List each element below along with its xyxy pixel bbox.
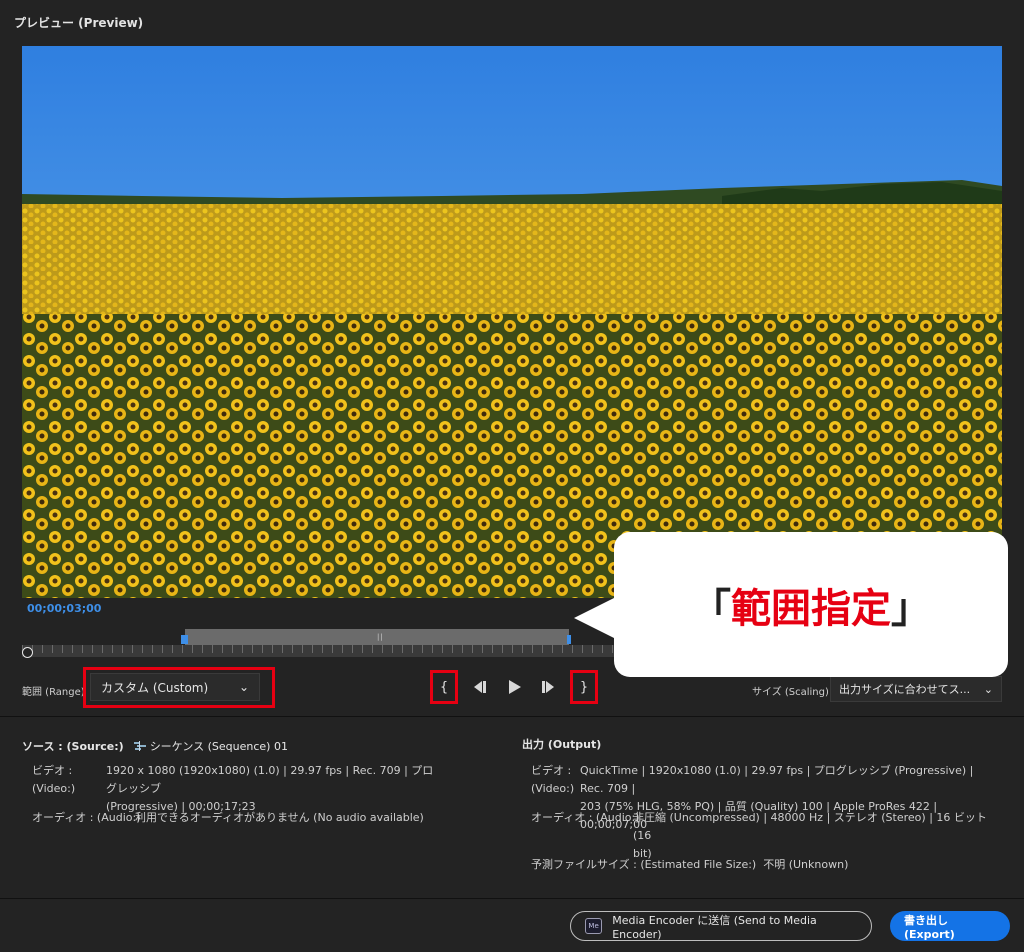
source-video-value: 1920 x 1080 (1920x1080) (1.0) | 29.97 fp…: [106, 762, 436, 816]
output-video-label-line1: ビデオ :: [531, 764, 572, 777]
callout-text: 「範囲指定」: [614, 532, 1008, 677]
output-video-label-line2: (Video:): [531, 782, 575, 795]
chevron-down-icon: ⌄: [983, 682, 993, 696]
range-highlight-box: [83, 667, 275, 708]
source-video-line1: 1920 x 1080 (1920x1080) (1.0) | 29.97 fp…: [106, 764, 434, 795]
range-label: 範囲 (Range): [22, 687, 85, 698]
current-timecode[interactable]: 00;00;03;00: [27, 602, 101, 615]
play-button[interactable]: [500, 670, 528, 704]
preview-image: [22, 46, 1002, 598]
output-filesize: 予測ファイルサイズ : (Estimated File Size:) 不明 (U…: [531, 856, 848, 874]
range-grip-icon[interactable]: ||: [377, 633, 384, 641]
source-title: ソース : (Source:): [22, 740, 124, 753]
mark-in-icon: {: [439, 679, 449, 695]
callout-tail: [574, 596, 618, 640]
step-back-icon: [474, 681, 486, 693]
mark-out-icon: }: [579, 679, 589, 695]
play-icon: [509, 680, 521, 694]
source-sequence-name: シーケンス (Sequence) 01: [149, 740, 288, 753]
scaling-dropdown[interactable]: 出力サイズに合わせてス... ⌄: [830, 676, 1002, 702]
source-video-label-line1: ビデオ :: [32, 764, 73, 777]
scaling-label: サイズ (Scaling): [752, 687, 829, 698]
output-audio-value: 非圧縮 (Uncompressed) | 48000 Hz | ステレオ (St…: [633, 809, 993, 863]
send-to-media-encoder-label: Media Encoder に送信 (Send to Media Encoder…: [612, 913, 817, 941]
divider: [0, 716, 1024, 717]
callout-highlight-text: 範囲指定: [731, 585, 891, 632]
footer-divider: [0, 898, 1024, 899]
output-section-title: 出力 (Output): [522, 738, 602, 751]
panel-title: プレビュー (Preview): [14, 16, 144, 30]
output-video-label: ビデオ : (Video:): [531, 762, 574, 798]
callout-close-bracket: 」: [891, 585, 931, 632]
export-label: 書き出し (Export): [904, 913, 955, 941]
output-filesize-label: 予測ファイルサイズ : (Estimated File Size:): [531, 858, 757, 871]
export-button[interactable]: 書き出し (Export): [890, 911, 1010, 941]
media-encoder-icon: Me: [585, 918, 603, 934]
transport-controls: { }: [428, 670, 600, 704]
output-audio-line1: 非圧縮 (Uncompressed) | 48000 Hz | ステレオ (St…: [633, 811, 987, 842]
scaling-dropdown-value: 出力サイズに合わせてス...: [839, 683, 971, 696]
output-filesize-value: 不明 (Unknown): [763, 858, 849, 871]
step-back-button[interactable]: [466, 670, 494, 704]
out-point-handle[interactable]: [567, 635, 571, 644]
playhead-handle[interactable]: [22, 647, 33, 658]
video-preview: [22, 46, 1002, 598]
output-video-line1: QuickTime | 1920x1080 (1.0) | 29.97 fps …: [580, 764, 974, 795]
source-section-title: ソース : (Source:) シーケンス (Sequence) 01: [22, 738, 288, 754]
callout-open-bracket: 「: [691, 585, 731, 632]
output-audio-label: オーディオ : (Audio:): [531, 811, 640, 824]
step-forward-icon: [542, 681, 554, 693]
source-video-label: ビデオ : (Video:): [32, 762, 75, 798]
send-to-media-encoder-button[interactable]: Me Media Encoder に送信 (Send to Media Enco…: [570, 911, 872, 941]
source-video-label-line2: (Video:): [32, 782, 76, 795]
mark-in-button[interactable]: {: [430, 670, 458, 704]
source-audio-value: 利用できるオーディオがありません (No audio available): [135, 811, 424, 824]
step-forward-button[interactable]: [534, 670, 562, 704]
source-audio-label: オーディオ : (Audio:): [32, 811, 141, 824]
sequence-icon: [133, 741, 146, 751]
mark-out-button[interactable]: }: [570, 670, 598, 704]
in-point-handle[interactable]: [181, 635, 188, 644]
